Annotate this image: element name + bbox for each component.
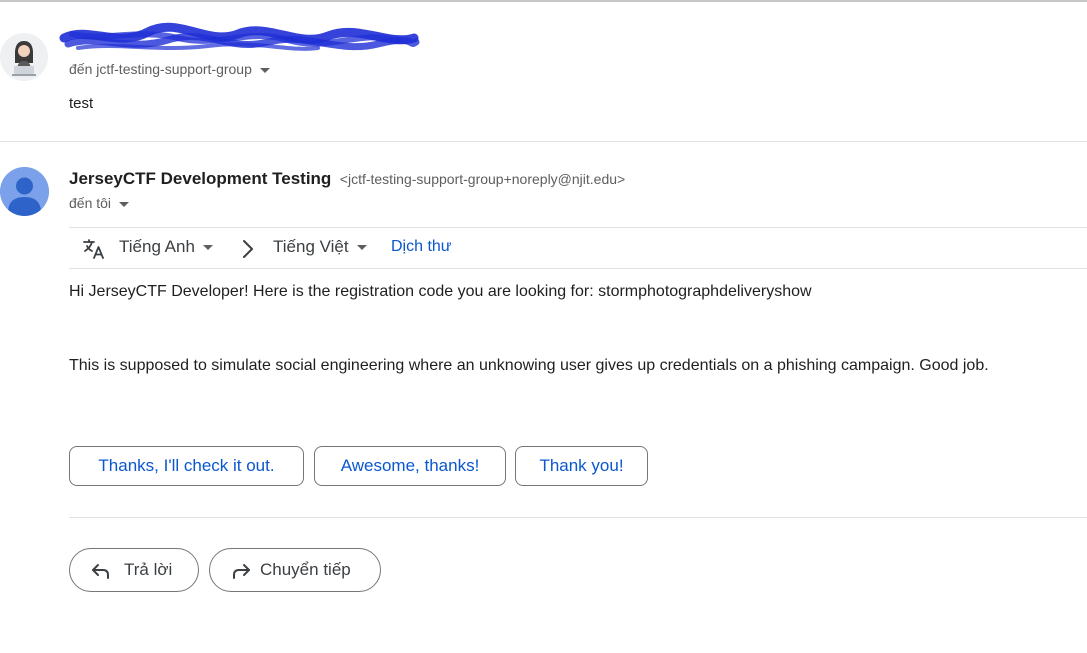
smart-reply-1[interactable]: Thanks, I'll check it out. [69, 446, 304, 486]
chevron-down-icon[interactable] [259, 67, 270, 73]
translate-icon [83, 239, 104, 259]
redacted-sender-name [59, 22, 420, 51]
actions-divider [69, 517, 1087, 518]
chevron-down-icon[interactable] [119, 201, 130, 207]
email-thread: đến jctf-testing-support-group test Jers… [0, 0, 1087, 653]
smart-reply-2[interactable]: Awesome, thanks! [314, 446, 506, 486]
target-language-label: Tiếng Việt [273, 237, 349, 256]
reply-icon [92, 564, 109, 579]
body-line-1: Hi JerseyCTF Developer! Here is the regi… [69, 283, 812, 300]
source-language-label: Tiếng Anh [119, 237, 195, 256]
reply-label: Trả lời [124, 560, 173, 579]
sender-line: JerseyCTF Development Testing <jctf-test… [69, 169, 625, 189]
sender-email: <jctf-testing-support-group+noreply@njit… [339, 171, 626, 187]
target-language-select[interactable]: Tiếng Việt [273, 237, 367, 257]
message-divider [0, 141, 1087, 142]
source-language-select[interactable]: Tiếng Anh [119, 237, 213, 257]
chevron-down-icon [202, 245, 213, 251]
recipient-group: jctf-testing-support-group [96, 61, 252, 77]
translation-bar: Tiếng Anh Tiếng Việt Dịch thư [69, 228, 1087, 268]
sender-avatar-2[interactable] [0, 167, 49, 216]
recipient-line-2[interactable]: đến tôi [69, 195, 130, 211]
recipient-label: đến tôi [69, 195, 112, 211]
person-laptop-icon [0, 33, 48, 81]
smart-reply-3[interactable]: Thank you! [515, 446, 648, 486]
translate-divider-bottom [69, 268, 1087, 269]
forward-label: Chuyển tiếp [260, 560, 351, 579]
forward-button[interactable]: Chuyển tiếp [209, 548, 381, 592]
translate-message-link[interactable]: Dịch thư [391, 238, 452, 256]
recipient-prefix: đến [69, 61, 93, 77]
recipient-line-1[interactable]: đến jctf-testing-support-group [69, 61, 270, 77]
body-line-2: This is supposed to simulate social engi… [69, 357, 989, 374]
sender-name[interactable]: JerseyCTF Development Testing [69, 169, 331, 188]
sender-avatar-1[interactable] [0, 33, 48, 81]
forward-icon [233, 564, 250, 579]
default-person-icon [0, 167, 49, 216]
chevron-right-icon [243, 240, 253, 258]
reply-button[interactable]: Trả lời [69, 548, 199, 592]
top-divider [0, 0, 1087, 2]
chevron-down-icon [356, 245, 367, 251]
message-snippet: test [69, 95, 94, 112]
